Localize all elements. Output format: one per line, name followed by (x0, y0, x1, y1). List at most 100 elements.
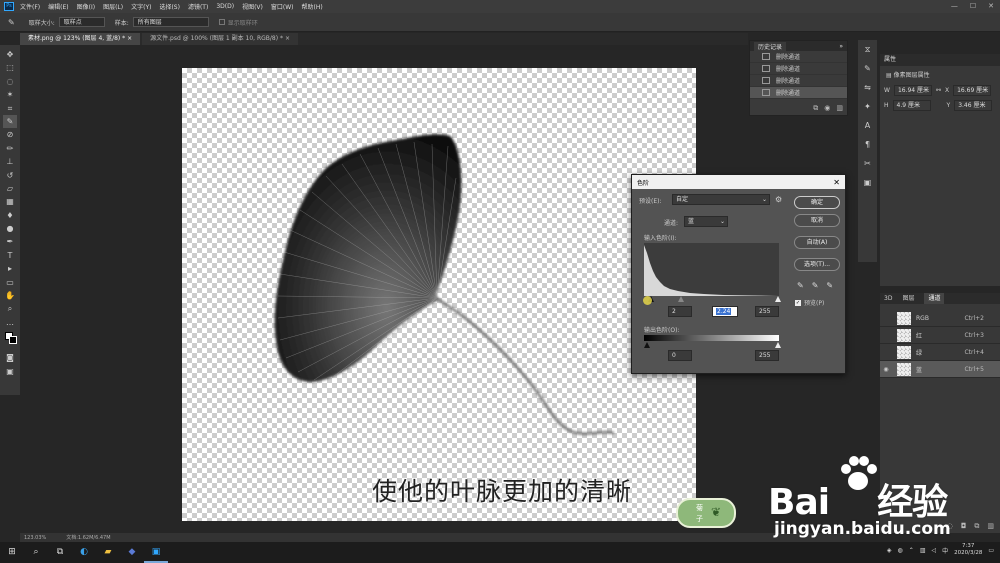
type-tool-icon[interactable]: T (3, 249, 17, 262)
white-point-slider[interactable] (775, 296, 781, 302)
blur-tool-icon[interactable]: ♦ (3, 209, 17, 222)
ok-button[interactable]: 确定 (794, 196, 840, 209)
sample-select[interactable]: 所有图层 (132, 17, 209, 27)
clock[interactable]: 7:37 2020/3/28 (954, 543, 982, 557)
brush-tool-icon[interactable]: ✏ (3, 142, 17, 155)
x-field[interactable]: 16.69 厘米 (953, 85, 992, 96)
lasso-tool-icon[interactable]: ◌ (3, 75, 17, 88)
more-tools-icon[interactable]: … (3, 316, 17, 329)
eyedropper-icon[interactable]: ✎ (8, 18, 15, 27)
history-row[interactable]: 删除通道 (750, 75, 847, 87)
move-tool-icon[interactable]: ✥ (3, 48, 17, 61)
chat-icon[interactable]: ◍ (898, 547, 903, 554)
network-icon[interactable]: ▥ (920, 547, 926, 554)
link-icon[interactable]: ⚯ (936, 87, 941, 94)
channel-row[interactable]: RGB Ctrl+2 (880, 310, 1000, 327)
menu-file[interactable]: 文件(F) (20, 2, 40, 11)
y-field[interactable]: 3.46 厘米 (954, 100, 993, 111)
browser-icon[interactable]: ◐ (72, 542, 96, 563)
collapse-icon[interactable]: » (839, 43, 843, 50)
close-icon[interactable]: ✕ (988, 2, 994, 10)
minimize-icon[interactable]: — (951, 2, 958, 10)
marquee-tool-icon[interactable]: ⬚ (3, 61, 17, 74)
close-icon[interactable]: × (285, 35, 290, 42)
height-field[interactable]: 4.9 厘米 (892, 100, 931, 111)
camera-icon[interactable]: ◉ (824, 104, 830, 113)
preset-select[interactable]: 自定 ⌄ (672, 194, 770, 205)
cancel-button[interactable]: 取消 (794, 214, 840, 227)
magic-wand-tool-icon[interactable]: ✶ (3, 88, 17, 101)
character-panel-icon[interactable]: A (858, 116, 877, 135)
crop-tool-icon[interactable]: ⌗ (3, 102, 17, 115)
options-button[interactable]: 选项(T)... (794, 258, 840, 271)
shield-icon[interactable]: ◈ (887, 547, 892, 554)
input-white-field[interactable]: 255 (755, 306, 779, 317)
document-tab[interactable]: 素材.png @ 123% (图层 4, 蓝/8) * × (20, 33, 141, 45)
ime-icon[interactable]: 中 (942, 546, 948, 555)
menu-select[interactable]: 选择(S) (159, 2, 180, 11)
menu-layer[interactable]: 图层(L) (103, 2, 123, 11)
output-white-field[interactable]: 255 (755, 350, 779, 361)
gray-eyedropper-icon[interactable]: ✎ (812, 281, 819, 290)
channel-row[interactable]: 绿 Ctrl+4 (880, 344, 1000, 361)
background-color[interactable] (9, 336, 17, 345)
path-select-tool-icon[interactable]: ▸ (3, 262, 17, 275)
input-slider-track[interactable] (642, 295, 782, 303)
tab-3d[interactable]: 3D (884, 293, 892, 304)
history-brush-tool-icon[interactable]: ↺ (3, 169, 17, 182)
history-row[interactable]: 删除通道 (750, 51, 847, 63)
history-panel-icon[interactable]: ⧖ (858, 40, 877, 59)
sample-size-select[interactable]: 取样点 (58, 17, 105, 27)
new-document-icon[interactable]: ⧉ (813, 104, 818, 113)
white-eyedropper-icon[interactable]: ✎ (826, 281, 833, 290)
search-icon[interactable]: ⌕ (24, 542, 48, 563)
width-field[interactable]: 16.94 厘米 (893, 85, 932, 96)
show-ring-checkbox[interactable] (218, 19, 225, 25)
menu-image[interactable]: 图像(I) (77, 2, 95, 11)
windows-start-icon[interactable]: ⊞ (0, 542, 24, 563)
menu-view[interactable]: 视图(V) (242, 2, 263, 11)
info-panel-icon[interactable]: ▣ (858, 173, 877, 192)
zoom-tool-icon[interactable]: ⌕ (3, 302, 17, 315)
menu-window[interactable]: 窗口(W) (271, 2, 294, 11)
eraser-tool-icon[interactable]: ▱ (3, 182, 17, 195)
maximize-icon[interactable]: ☐ (970, 2, 976, 10)
screen-mode-icon[interactable]: ▣ (3, 365, 17, 378)
styles-panel-icon[interactable]: ✦ (858, 97, 877, 116)
close-icon[interactable]: × (127, 35, 132, 42)
menu-edit[interactable]: 编辑(E) (48, 2, 68, 11)
task-view-icon[interactable]: ⧉ (48, 542, 72, 563)
zoom-readout[interactable]: 123.03% (24, 535, 46, 541)
healing-tool-icon[interactable]: ⊘ (3, 128, 17, 141)
properties-title[interactable]: 属性 (880, 54, 1000, 66)
history-row[interactable]: 删除通道 (750, 87, 847, 99)
volume-icon[interactable]: ◁ (931, 547, 936, 554)
close-icon[interactable]: ✕ (833, 178, 840, 187)
tools-preset-icon[interactable]: ✂ (858, 154, 877, 173)
output-white-slider[interactable] (775, 342, 781, 348)
gradient-tool-icon[interactable]: ▦ (3, 195, 17, 208)
menu-type[interactable]: 文字(Y) (131, 2, 151, 11)
output-slider-track[interactable] (642, 341, 782, 349)
document-tab[interactable]: 源文件.psd @ 100% (图层 1 副本 10, RGB/8) * × (142, 33, 298, 45)
stamp-tool-icon[interactable]: ⊥ (3, 155, 17, 168)
history-title[interactable]: 历史记录 (754, 41, 787, 51)
input-gamma-field[interactable]: 2.24 (712, 306, 738, 317)
shape-tool-icon[interactable]: ▭ (3, 276, 17, 289)
adjustments-panel-icon[interactable]: ⇋ (858, 78, 877, 97)
channel-row[interactable]: 红 Ctrl+3 (880, 327, 1000, 344)
document-canvas[interactable] (182, 68, 696, 521)
paragraph-panel-icon[interactable]: ¶ (858, 135, 877, 154)
gear-icon[interactable]: ⚙ (775, 195, 782, 204)
menu-3d[interactable]: 3D(D) (216, 3, 234, 10)
quick-mask-icon[interactable]: ◙ (3, 351, 17, 364)
dodge-tool-icon[interactable]: ● (3, 222, 17, 235)
file-explorer-icon[interactable]: ▰ (96, 542, 120, 563)
auto-button[interactable]: 自动(A) (794, 236, 840, 249)
eyedropper-tool-icon[interactable]: ✎ (3, 114, 17, 129)
up-arrow-icon[interactable]: ⌃ (909, 547, 914, 554)
gamma-slider[interactable] (678, 296, 684, 302)
app-icon[interactable]: ◆ (120, 542, 144, 563)
tab-layers[interactable]: 图层 (902, 293, 914, 304)
channel-select[interactable]: 蓝 ⌄ (684, 216, 728, 227)
